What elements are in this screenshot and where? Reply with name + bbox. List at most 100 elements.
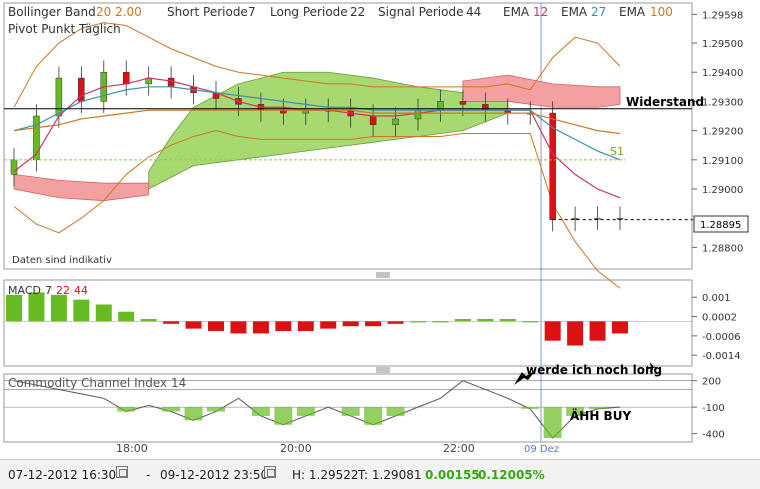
macd-bar bbox=[387, 321, 404, 324]
resistance-label: Widerstand bbox=[626, 95, 704, 109]
cci-title: Commodity Channel Index 14 bbox=[8, 376, 186, 390]
macd-bar bbox=[73, 299, 90, 322]
price-y-tick-label: 1.29500 bbox=[702, 39, 743, 50]
price-y-tick-label: 1.29300 bbox=[702, 97, 743, 108]
calendar-from-icon[interactable] bbox=[116, 466, 128, 478]
x-tick-2: 20:00 bbox=[280, 442, 312, 455]
macd-bar bbox=[118, 311, 135, 322]
macd-bar bbox=[612, 321, 628, 334]
legend-pivot: Pivot Punkt Täglich bbox=[8, 22, 121, 36]
cci-oversold-fill bbox=[386, 407, 405, 416]
macd-y-tick-label: 0.001 bbox=[702, 293, 731, 304]
range-from: 07-12-2012 16:30 bbox=[8, 468, 117, 482]
macd-bar bbox=[320, 321, 337, 329]
legend-ema3-label: EMA bbox=[619, 5, 646, 19]
price-y-tick-label: 1.29598 bbox=[702, 10, 743, 21]
macd-bar bbox=[185, 321, 202, 329]
current-price-label: 1.28895 bbox=[700, 220, 741, 231]
s1-label: S1 bbox=[610, 145, 624, 158]
macd-bar bbox=[499, 318, 516, 322]
legend-ema2-value: 27 bbox=[591, 5, 606, 19]
legend-short-label: Short Periode bbox=[167, 5, 248, 19]
cci-y-tick-label: 200 bbox=[702, 377, 721, 388]
candle-body bbox=[392, 118, 399, 126]
candle-body bbox=[167, 77, 175, 88]
macd-bar bbox=[252, 321, 269, 334]
candle-body bbox=[459, 101, 467, 105]
running-person-icon: ✈ bbox=[646, 361, 657, 376]
candle-body bbox=[482, 104, 489, 111]
macd-y-tick-label: -0.0014 bbox=[702, 351, 741, 362]
price-y-tick-label: 1.29000 bbox=[702, 185, 743, 196]
legend-short-value: 7 bbox=[248, 5, 256, 19]
macd-bar bbox=[6, 294, 22, 322]
long-note: werde ich noch long bbox=[526, 363, 662, 377]
candle-body bbox=[10, 159, 18, 175]
macd-bar bbox=[522, 321, 539, 323]
change-value: 0.00155 bbox=[425, 468, 480, 482]
price-y-tick-label: 1.29200 bbox=[702, 127, 743, 138]
cci-oversold-fill bbox=[274, 407, 293, 425]
legend-ema3-value: 100 bbox=[650, 5, 673, 19]
cci-oversold-fill bbox=[364, 407, 383, 425]
candle-body bbox=[369, 115, 377, 126]
macd-y-tick-label: 0.0002 bbox=[702, 313, 737, 324]
legend-long-value: 22 bbox=[350, 5, 365, 19]
macd-bar bbox=[50, 294, 67, 322]
macd-bar bbox=[589, 321, 606, 341]
cci-oversold-fill bbox=[521, 407, 540, 409]
range-dash: - bbox=[146, 468, 151, 482]
macd-bar bbox=[454, 318, 471, 322]
high-label: H: 1.29522 bbox=[292, 468, 359, 482]
price-y-tick-label: 1.29100 bbox=[702, 156, 743, 167]
cci-oversold-fill bbox=[251, 407, 270, 416]
macd-bar bbox=[567, 321, 584, 346]
x-tick-1: 18:00 bbox=[116, 442, 148, 455]
legend-signal-value: 44 bbox=[466, 5, 481, 19]
price-y-tick-label: 1.29400 bbox=[702, 68, 743, 79]
macd-bar bbox=[342, 321, 359, 327]
macd-y-tick-label: -0.0006 bbox=[702, 332, 741, 343]
legend-ema1-label: EMA bbox=[503, 5, 530, 19]
change-percent: 0.12005% bbox=[478, 468, 545, 482]
calendar-to-icon[interactable] bbox=[264, 466, 276, 478]
macd-bar bbox=[95, 304, 112, 322]
legend-signal-label: Signal Periode bbox=[378, 5, 463, 19]
candle-body bbox=[55, 77, 63, 117]
macd-bar bbox=[432, 321, 449, 323]
status-footer: 07-12-2012 16:30 - 09-12-2012 23:50 H: 1… bbox=[0, 459, 760, 489]
indicative-note: Daten sind indikativ bbox=[12, 255, 112, 266]
range-to: 09-12-2012 23:50 bbox=[160, 468, 269, 482]
macd-bar bbox=[544, 321, 561, 341]
candle-body bbox=[616, 217, 624, 220]
candle-body bbox=[122, 71, 130, 85]
x-tick-3: 22:00 bbox=[443, 442, 475, 455]
legend-long-label: Long Periode bbox=[270, 5, 348, 19]
candle-body bbox=[594, 217, 601, 220]
macd-bar bbox=[163, 321, 180, 324]
cci-oversold-fill bbox=[184, 407, 203, 421]
legend-bollinger-value: 20 2.00 bbox=[96, 5, 142, 19]
candle-body bbox=[414, 109, 422, 120]
trading-chart: 1.29598 1.29500 1.29400 1.29300 1.29200 1.291… bbox=[0, 0, 760, 488]
cci-y-tick-label: -400 bbox=[702, 430, 725, 441]
legend-bollinger: Bollinger Band bbox=[8, 5, 96, 19]
low-label: T: 1.29081 bbox=[358, 468, 422, 482]
macd-bar bbox=[297, 321, 314, 332]
macd-bar bbox=[477, 318, 494, 322]
macd-bar bbox=[140, 318, 157, 322]
cci-oversold-fill bbox=[117, 407, 136, 412]
buy-note: ÄHH BUY bbox=[570, 408, 631, 423]
macd-title: MACD 7 22 44 bbox=[8, 284, 88, 297]
macd-bar bbox=[275, 321, 292, 332]
legend-ema1-value: 12 bbox=[533, 5, 548, 19]
macd-bar bbox=[208, 321, 224, 332]
cci-y-tick-label: -100 bbox=[702, 403, 725, 414]
cci-oversold-fill bbox=[341, 407, 360, 416]
macd-bar bbox=[365, 321, 382, 327]
cci-oversold-fill bbox=[543, 407, 562, 438]
date-marker: 09 Dez bbox=[524, 444, 559, 455]
price-y-tick-label: 1.28800 bbox=[702, 243, 743, 254]
legend-ema2-label: EMA bbox=[561, 5, 588, 19]
cci-oversold-fill bbox=[296, 407, 315, 416]
